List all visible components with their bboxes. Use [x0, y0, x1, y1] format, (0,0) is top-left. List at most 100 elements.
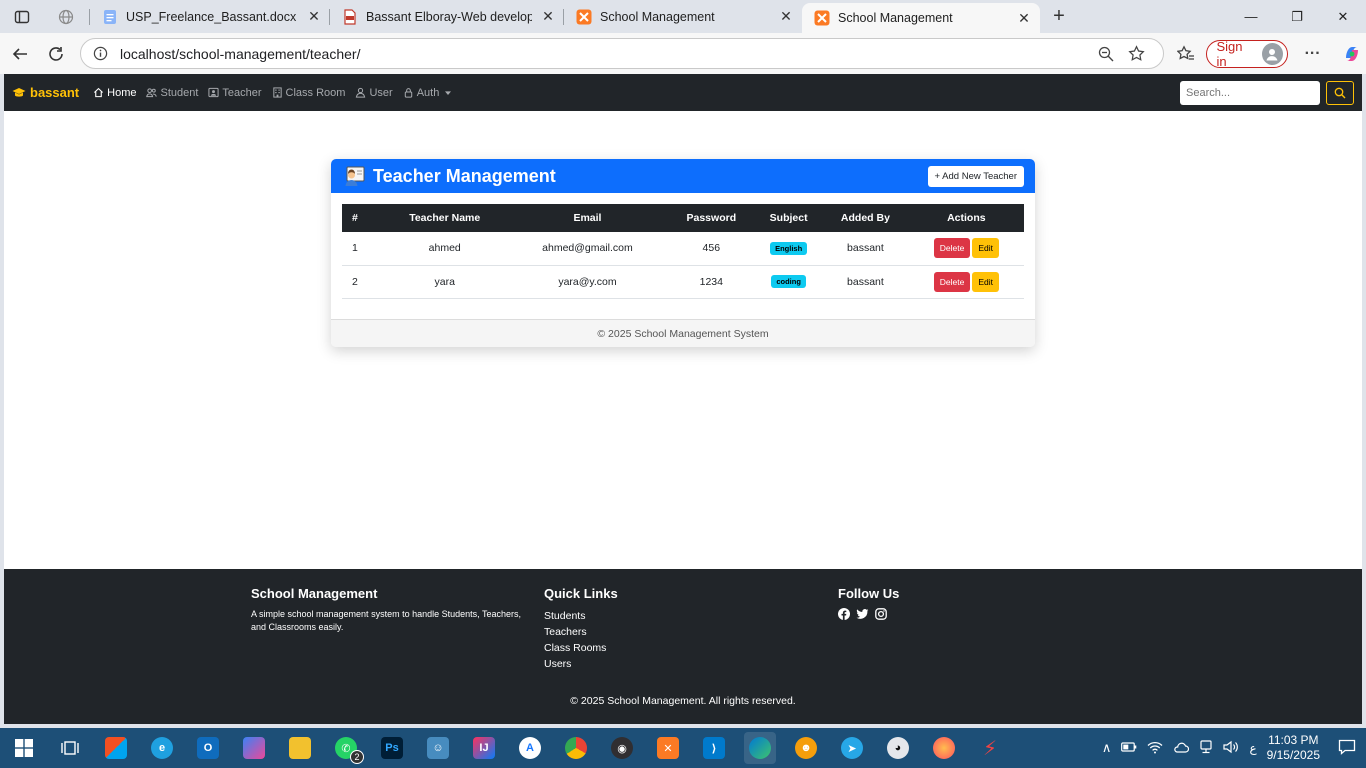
nav-link-user[interactable]: User	[355, 87, 393, 99]
edit-button[interactable]: Edit	[972, 238, 999, 259]
browser-tab-5-active[interactable]: School Management ✕	[802, 3, 1040, 33]
browser-tab-2[interactable]: USP_Freelance_Bassant.docx - ال... ✕	[90, 0, 330, 33]
sign-in-button[interactable]: Sign in	[1206, 38, 1288, 69]
taskbar-xampp[interactable]: ✕	[652, 732, 684, 764]
taskbar-vscode[interactable]: ⟩	[698, 732, 730, 764]
footer-link-teachers[interactable]: Teachers	[544, 624, 618, 640]
delete-button[interactable]: Delete	[933, 271, 971, 292]
taskbar-app-a[interactable]: A	[514, 732, 546, 764]
windows-taskbar: e O ✆ 2 Ps ☺ IJ A ◉ ✕ ⟩ ☻ ➤ ◕ ⚡ ∧ ع 11:0…	[0, 728, 1366, 768]
taskbar-edge[interactable]: e	[146, 732, 178, 764]
cell-number: 1	[342, 232, 382, 266]
outlook-icon: O	[197, 737, 219, 759]
favorite-star-icon[interactable]	[1121, 45, 1151, 62]
footer-link-students[interactable]: Students	[544, 608, 618, 624]
table-row: 1 ahmed ahmed@gmail.com 456 English bass…	[342, 232, 1024, 266]
copilot-app-icon	[243, 737, 265, 759]
twitter-icon[interactable]	[856, 608, 869, 620]
taskbar-godot[interactable]: ☺	[422, 732, 454, 764]
close-window-icon[interactable]: ✕	[1320, 0, 1366, 33]
cloud-icon[interactable]	[1173, 741, 1190, 756]
footer-link-class-rooms[interactable]: Class Rooms	[544, 640, 618, 656]
footer-link-users[interactable]: Users	[544, 656, 618, 672]
tab-actions-button[interactable]	[0, 0, 44, 33]
taskbar-clock[interactable]: 11:03 PM 9/15/2025	[1267, 733, 1320, 763]
browser-tab-1[interactable]	[44, 0, 90, 33]
taskbar-edge-active[interactable]	[744, 732, 776, 764]
favorites-icon[interactable]	[1172, 44, 1200, 63]
battery-icon[interactable]	[1121, 741, 1137, 756]
close-tab-icon[interactable]: ✕	[778, 8, 794, 25]
nav-link-class-room[interactable]: Class Room	[272, 87, 345, 99]
taskbar-outlook[interactable]: O	[192, 732, 224, 764]
godot-icon: ☺	[427, 737, 449, 759]
sign-in-label: Sign in	[1216, 38, 1243, 69]
taskbar-obs[interactable]: ◉	[606, 732, 638, 764]
browser-tab-4[interactable]: School Management ✕	[564, 0, 802, 33]
instagram-icon[interactable]	[875, 608, 887, 620]
search-input[interactable]	[1180, 80, 1320, 105]
new-tab-button[interactable]: +	[1040, 0, 1078, 33]
start-button[interactable]	[8, 732, 40, 764]
url-text[interactable]: localhost/school-management/teacher/	[120, 46, 1091, 62]
browser-toolbar: localhost/school-management/teacher/ Sig…	[0, 33, 1366, 74]
volume-icon[interactable]	[1223, 740, 1239, 757]
nav-link-label: Student	[160, 86, 199, 99]
tab-actions-icon	[14, 10, 30, 23]
column-header-actions: Actions	[908, 204, 1024, 232]
cell-password: 456	[667, 232, 756, 266]
reload-button[interactable]	[38, 38, 74, 70]
taskbar-photoshop[interactable]: Ps	[376, 732, 408, 764]
search-button[interactable]	[1326, 80, 1354, 105]
close-tab-icon[interactable]: ✕	[540, 8, 556, 25]
close-tab-icon[interactable]: ✕	[306, 8, 322, 25]
taskbar-chrome[interactable]	[560, 732, 592, 764]
site-info-icon[interactable]	[93, 46, 108, 61]
notification-center-icon[interactable]	[1338, 739, 1356, 758]
close-tab-icon[interactable]: ✕	[1016, 10, 1032, 27]
nav-link-auth-dropdown[interactable]: Auth	[403, 87, 453, 99]
minimize-icon[interactable]: —	[1228, 0, 1274, 33]
nav-link-home[interactable]: Home	[93, 87, 136, 99]
taskbar-firefox[interactable]	[928, 732, 960, 764]
taskbar-telegram[interactable]: ➤	[836, 732, 868, 764]
column-header-subject: Subject	[755, 204, 823, 232]
taskbar-app-fox[interactable]: ☻	[790, 732, 822, 764]
tab-title: School Management	[600, 9, 715, 24]
edge-browser-icon	[749, 737, 771, 759]
nav-link-teacher[interactable]: Teacher	[208, 86, 262, 99]
network-icon[interactable]	[1199, 739, 1213, 757]
taskbar-app-red[interactable]: ⚡	[974, 732, 1006, 764]
brand-logo[interactable]: bassant	[12, 85, 79, 100]
nav-link-label: Teacher	[222, 86, 262, 99]
taskbar-store[interactable]	[100, 732, 132, 764]
firefox-icon	[933, 737, 955, 759]
footer-about-title: School Management	[251, 586, 378, 601]
more-options-icon[interactable]: ···	[1294, 45, 1332, 63]
nav-link-student[interactable]: Student	[146, 87, 198, 99]
zoom-icon[interactable]	[1091, 46, 1121, 62]
taskbar-file-explorer[interactable]	[284, 732, 316, 764]
taskbar-copilot[interactable]	[238, 732, 270, 764]
copilot-icon[interactable]	[1338, 44, 1366, 64]
facebook-icon[interactable]	[838, 608, 850, 620]
wifi-icon[interactable]	[1147, 740, 1163, 757]
restore-icon[interactable]: ❐	[1274, 0, 1320, 33]
toolbar-right: Sign in ···	[1172, 38, 1366, 69]
show-hidden-icons[interactable]: ∧	[1102, 740, 1112, 756]
taskbar-app-panda[interactable]: ◕	[882, 732, 914, 764]
window-controls: — ❐ ✕	[1228, 0, 1366, 33]
address-bar[interactable]: localhost/school-management/teacher/	[80, 38, 1164, 69]
task-view-button[interactable]	[54, 732, 86, 764]
edit-button[interactable]: Edit	[972, 271, 999, 292]
footer-quick-links: Quick Links Students Teachers Class Room…	[544, 586, 618, 672]
back-button[interactable]	[2, 38, 38, 70]
taskbar-whatsapp[interactable]: ✆ 2	[330, 732, 364, 764]
add-new-teacher-button[interactable]: + Add New Teacher	[927, 165, 1024, 187]
delete-button[interactable]: Delete	[933, 238, 971, 259]
telegram-icon: ➤	[841, 737, 863, 759]
keyboard-language[interactable]: ع	[1249, 741, 1256, 755]
browser-tab-3[interactable]: Bassant Elboray-Web developer.p... ✕	[330, 0, 564, 33]
column-header-teacher-name: Teacher Name	[382, 204, 508, 232]
taskbar-intellij[interactable]: IJ	[468, 732, 500, 764]
